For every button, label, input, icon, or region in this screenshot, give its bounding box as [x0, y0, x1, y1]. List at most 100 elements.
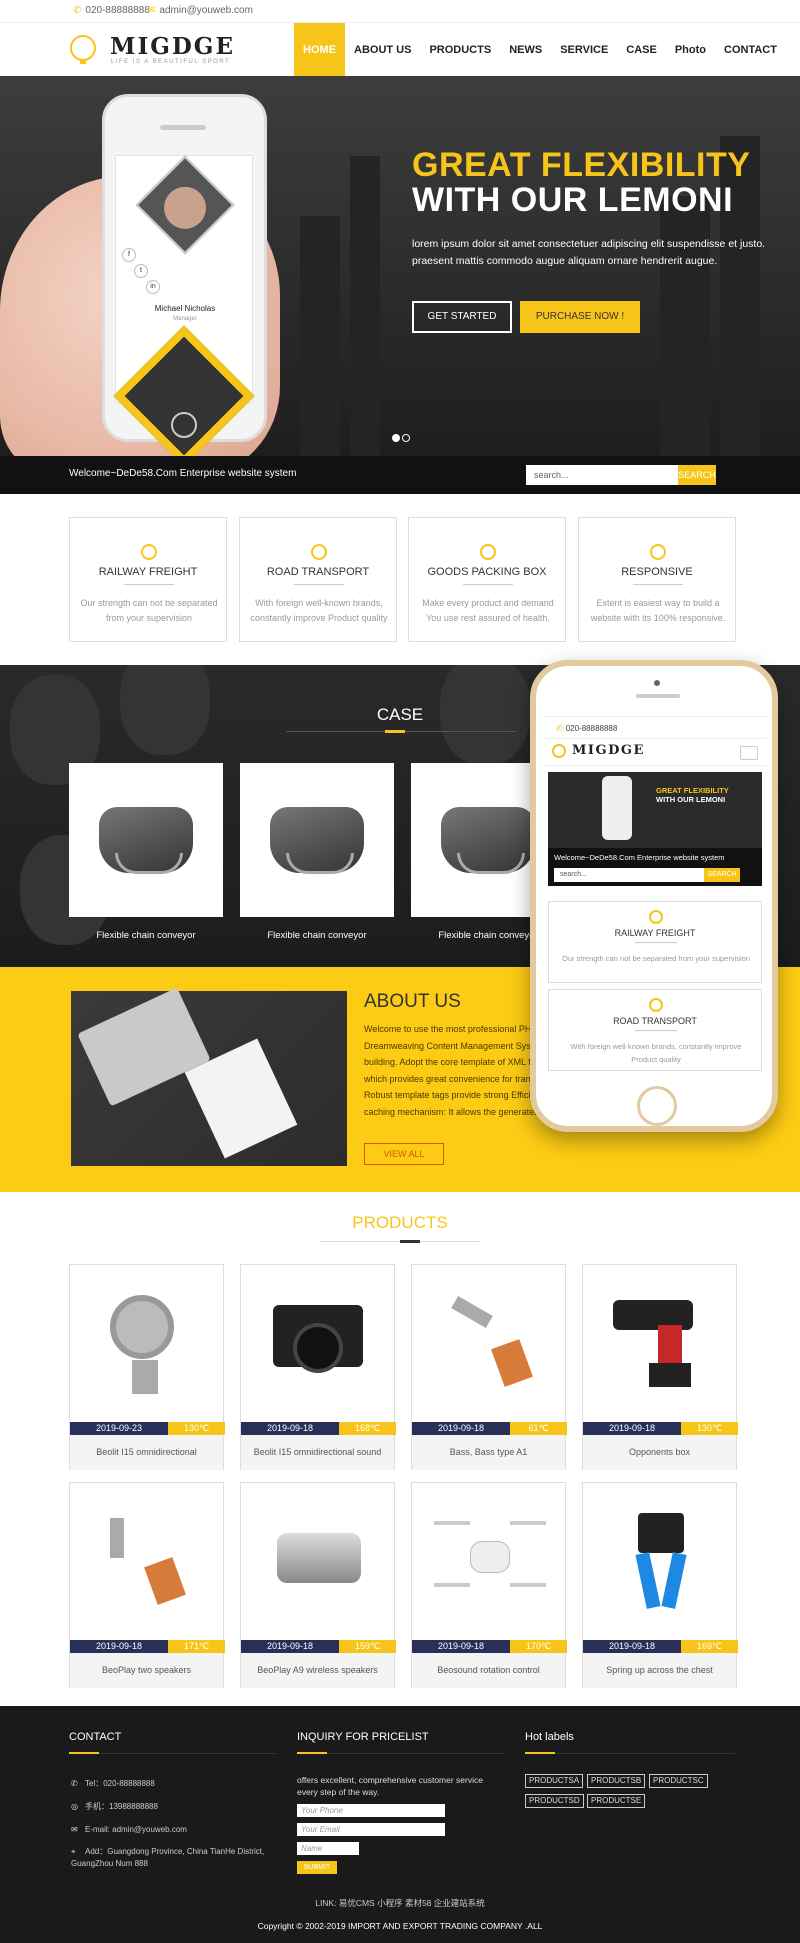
divider-accent	[400, 1240, 420, 1243]
product-date: 2019-09-23	[70, 1422, 168, 1435]
nav-case[interactable]: CASE	[617, 23, 666, 77]
tool-battery	[649, 1363, 691, 1387]
coupling-body	[277, 1533, 361, 1583]
product-temp: 170℃	[510, 1640, 567, 1653]
mobile-feature-title: RAILWAY FREIGHT	[614, 928, 696, 938]
slider-dot[interactable]	[392, 434, 400, 442]
crimping-tool-image	[583, 1483, 736, 1640]
product-name[interactable]: BeoPlay A9 wireless speakers	[241, 1653, 394, 1688]
logo[interactable]: MIGDGE LIFE IS A BEAUTIFUL SPORT	[70, 31, 240, 71]
feature-card[interactable]: ROAD TRANSPORT With foreign well-known b…	[239, 517, 397, 642]
case-item[interactable]	[240, 763, 394, 917]
case-item[interactable]	[69, 763, 223, 917]
tag-link[interactable]: PRODUCTSB	[587, 1774, 646, 1788]
drone-body	[470, 1541, 510, 1573]
connector-orange	[491, 1339, 533, 1387]
get-started-button[interactable]: GET STARTED	[412, 301, 512, 333]
topbar-phone: ✆ 020-88888888	[73, 5, 150, 16]
tool-grip	[658, 1325, 682, 1365]
floodlight-image	[70, 1265, 223, 1422]
lightbulb-icon	[70, 35, 96, 64]
product-card[interactable]: 2019-09-18 61℃ Bass, Bass type A1	[411, 1264, 567, 1470]
case-label[interactable]: Flexible chain conveyor	[69, 930, 223, 941]
email-field[interactable]: Your Email	[297, 1823, 445, 1836]
name-field[interactable]: Name	[297, 1842, 359, 1855]
person-name: Michael Nicholas	[154, 304, 216, 313]
mobile-logo: MIGDGE	[572, 743, 645, 758]
product-temp: 61℃	[510, 1422, 567, 1435]
nav-photo[interactable]: Photo	[666, 23, 715, 77]
product-date: 2019-09-18	[241, 1422, 339, 1435]
tag-link[interactable]: PRODUCTSD	[525, 1794, 584, 1808]
mobile-search-button[interactable]: SEARCH	[704, 868, 740, 882]
product-date: 2019-09-18	[412, 1422, 510, 1435]
tag-link[interactable]: PRODUCTSC	[649, 1774, 708, 1788]
product-name[interactable]: BeoPlay two speakers	[70, 1653, 223, 1688]
product-name[interactable]: Beosound rotation control	[412, 1653, 565, 1688]
mobile-feature-card[interactable]: ROAD TRANSPORT With foreign well-known b…	[548, 989, 762, 1071]
divider-accent	[525, 1752, 555, 1754]
feature-card[interactable]: GOODS PACKING BOX Make every product and…	[408, 517, 566, 642]
conveyor-image	[270, 807, 364, 874]
twitter-icon: t	[134, 264, 148, 278]
products-title: PRODUCTS	[352, 1213, 448, 1232]
tag-link[interactable]: PRODUCTSE	[587, 1794, 646, 1808]
nav-news[interactable]: NEWS	[500, 23, 551, 77]
hero-text: lorem ipsum dolor sit amet consectetuer …	[412, 238, 766, 267]
product-card[interactable]: 2019-09-18 159℃ BeoPlay A9 wireless spea…	[240, 1482, 396, 1688]
phone-speaker	[636, 694, 680, 698]
mobile-header: MIGDGE	[544, 738, 766, 766]
nav-about[interactable]: ABOUT US	[345, 23, 420, 77]
hero-banner: f t in Michael Nicholas Manager GREAT FL…	[0, 76, 800, 456]
nav-products[interactable]: PRODUCTS	[420, 23, 500, 77]
conveyor-image	[99, 807, 193, 874]
face-image	[164, 186, 206, 229]
hero-title-line1: GREAT FLEXIBILITY	[412, 146, 751, 184]
purchase-now-button[interactable]: PURCHASE NOW !	[520, 301, 640, 333]
case-label[interactable]: Flexible chain conveyor	[240, 930, 394, 941]
nav-home[interactable]: HOME	[294, 23, 345, 77]
logo-name: MIGDGE	[110, 33, 235, 60]
friend-links[interactable]: LINK: 易优CMS 小程序 素材58 企业建站系统	[0, 1897, 800, 1909]
product-name[interactable]: Opponents box	[583, 1435, 736, 1470]
product-name[interactable]: Spring up across the chest	[583, 1653, 736, 1688]
view-all-button[interactable]: VIEW ALL	[364, 1143, 444, 1165]
product-name[interactable]: Beolit I15 omnidirectional	[70, 1435, 223, 1470]
nav-contact[interactable]: CONTACT	[715, 23, 786, 77]
product-date: 2019-09-18	[241, 1640, 339, 1653]
product-card[interactable]: 2019-09-18 170℃ Beosound rotation contro…	[411, 1482, 567, 1688]
phone-speaker	[160, 125, 206, 130]
search-input[interactable]: search...	[526, 465, 678, 485]
conveyor-image	[441, 807, 535, 874]
slider-dot[interactable]	[402, 434, 410, 442]
product-card[interactable]: 2019-09-18 130℃ Opponents box	[582, 1264, 738, 1470]
phone-camera	[654, 680, 660, 686]
submit-button[interactable]: SUBMIT	[297, 1861, 337, 1874]
product-temp: 171℃	[168, 1640, 225, 1653]
tag-link[interactable]: PRODUCTSA	[525, 1774, 584, 1788]
product-name[interactable]: Beolit I15 omnidirectional sound	[241, 1435, 394, 1470]
product-card[interactable]: 2019-09-18 169℃ Spring up across the che…	[582, 1482, 738, 1688]
divider-accent	[69, 1752, 99, 1754]
product-card[interactable]: 2019-09-23 130℃ Beolit I15 omnidirection…	[69, 1264, 225, 1470]
hamburger-menu-icon[interactable]	[740, 746, 758, 760]
tool-head	[638, 1513, 684, 1553]
nav-service[interactable]: SERVICE	[551, 23, 617, 77]
topbar-email[interactable]: ✉ admin@youweb.com	[147, 5, 253, 16]
feature-card[interactable]: RESPONSIVE Extent is easiest way to buil…	[578, 517, 736, 642]
feature-card[interactable]: RAILWAY FREIGHT Our strength can not be …	[69, 517, 227, 642]
mobile-search-input[interactable]: search...	[554, 868, 704, 882]
copyright: Copyright © 2002-2019 IMPORT AND EXPORT …	[257, 1921, 543, 1931]
product-name[interactable]: Bass, Bass type A1	[412, 1435, 565, 1470]
product-card[interactable]: 2019-09-18 171℃ BeoPlay two speakers	[69, 1482, 225, 1688]
profile-photo	[135, 155, 235, 255]
phone-field[interactable]: Your Phone	[297, 1804, 445, 1817]
product-card[interactable]: 2019-09-18 168℃ Beolit I15 omnidirection…	[240, 1264, 396, 1470]
footer-email[interactable]: ✉ E-mail: admin@youweb.com	[71, 1824, 187, 1836]
divider	[525, 1753, 735, 1754]
mobile-feature-title: ROAD TRANSPORT	[613, 1016, 697, 1026]
mail-icon: ✉	[71, 1825, 78, 1834]
mobile-feature-card[interactable]: RAILWAY FREIGHT Our strength can not be …	[548, 901, 762, 983]
search-button[interactable]: SEARCH	[678, 465, 716, 485]
product-temp: 159℃	[339, 1640, 396, 1653]
